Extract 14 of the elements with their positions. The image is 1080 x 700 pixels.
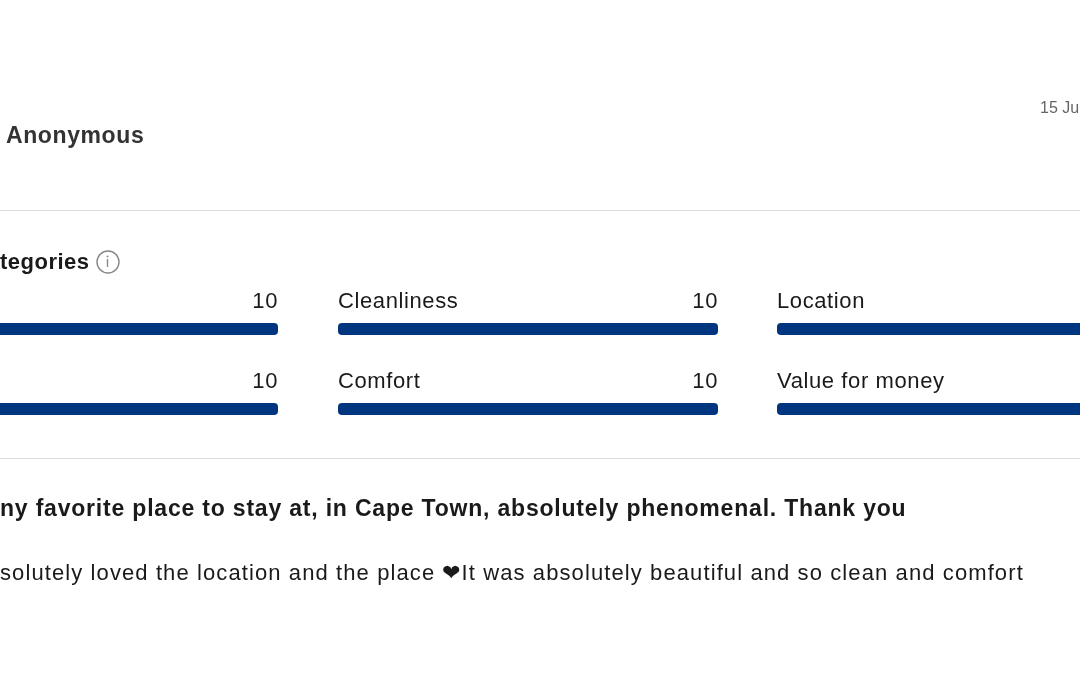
category-name: Location <box>777 288 865 314</box>
review-date: 15 Ju <box>1040 99 1080 118</box>
info-icon[interactable] <box>95 250 120 274</box>
category-name: Comfort <box>338 368 421 394</box>
category-score: 10 <box>252 288 278 314</box>
categories-heading: tegories <box>0 249 90 275</box>
category-name: Value for money <box>777 368 945 394</box>
category-name: Cleanliness <box>338 288 459 314</box>
reviewer-name: Anonymous <box>6 122 145 150</box>
review-title: ny favorite place to stay at, in Cape Town, absolutely phenomenal. Thank you <box>0 495 908 522</box>
category-score: 10 <box>692 368 718 394</box>
category-score: 10 <box>692 288 718 314</box>
review-text: solutely loved the location and the place ❤It was absolutely beautiful and so clean and comfort <box>0 560 1025 586</box>
category-score: 10 <box>252 368 278 394</box>
